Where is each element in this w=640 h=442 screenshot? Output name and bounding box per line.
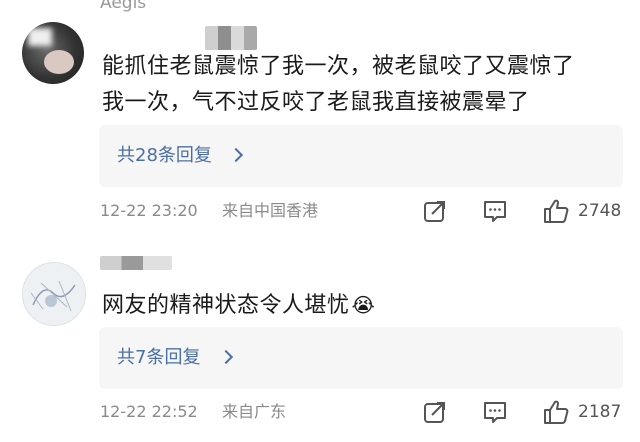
timestamp: 12-22 23:20 xyxy=(100,201,198,220)
comment-text: 能抓住老鼠震惊了我一次，被老鼠咬了又震惊了 我一次，气不过反咬了老鼠我直接被震晕… xyxy=(102,54,575,115)
comment-icon[interactable] xyxy=(482,198,508,224)
chevron-right-icon xyxy=(218,349,234,365)
username[interactable]: Aegis xyxy=(100,0,170,22)
username-mosaic xyxy=(205,26,257,50)
comment-meta: 12-22 23:20 来自中国香港 2748 xyxy=(100,196,624,226)
like-icon[interactable] xyxy=(543,198,569,224)
view-replies-button[interactable]: 共7条回复 xyxy=(99,327,623,389)
location: 来自广东 xyxy=(222,402,287,421)
like-count: 2187 xyxy=(578,402,622,422)
like-count: 2748 xyxy=(578,201,622,221)
view-replies-button[interactable]: 共28条回复 xyxy=(99,125,623,187)
comment-meta: 12-22 22:52 来自广东 2187 xyxy=(100,397,624,427)
crying-emoji: 😭 xyxy=(351,293,376,317)
share-icon[interactable] xyxy=(422,198,448,224)
share-icon[interactable] xyxy=(422,399,448,425)
replies-count-label: 共7条回复 xyxy=(117,347,201,368)
replies-count-label: 共28条回复 xyxy=(117,145,212,166)
username-mosaic xyxy=(100,256,172,270)
comment-text: 网友的精神状态令人堪忧 😭 xyxy=(102,293,376,318)
avatar[interactable] xyxy=(22,22,84,84)
timestamp: 12-22 22:52 xyxy=(100,402,198,421)
comment-icon[interactable] xyxy=(482,399,508,425)
chevron-right-icon xyxy=(228,147,244,163)
like-icon[interactable] xyxy=(543,399,569,425)
avatar[interactable] xyxy=(22,262,86,326)
location: 来自中国香港 xyxy=(222,201,319,220)
